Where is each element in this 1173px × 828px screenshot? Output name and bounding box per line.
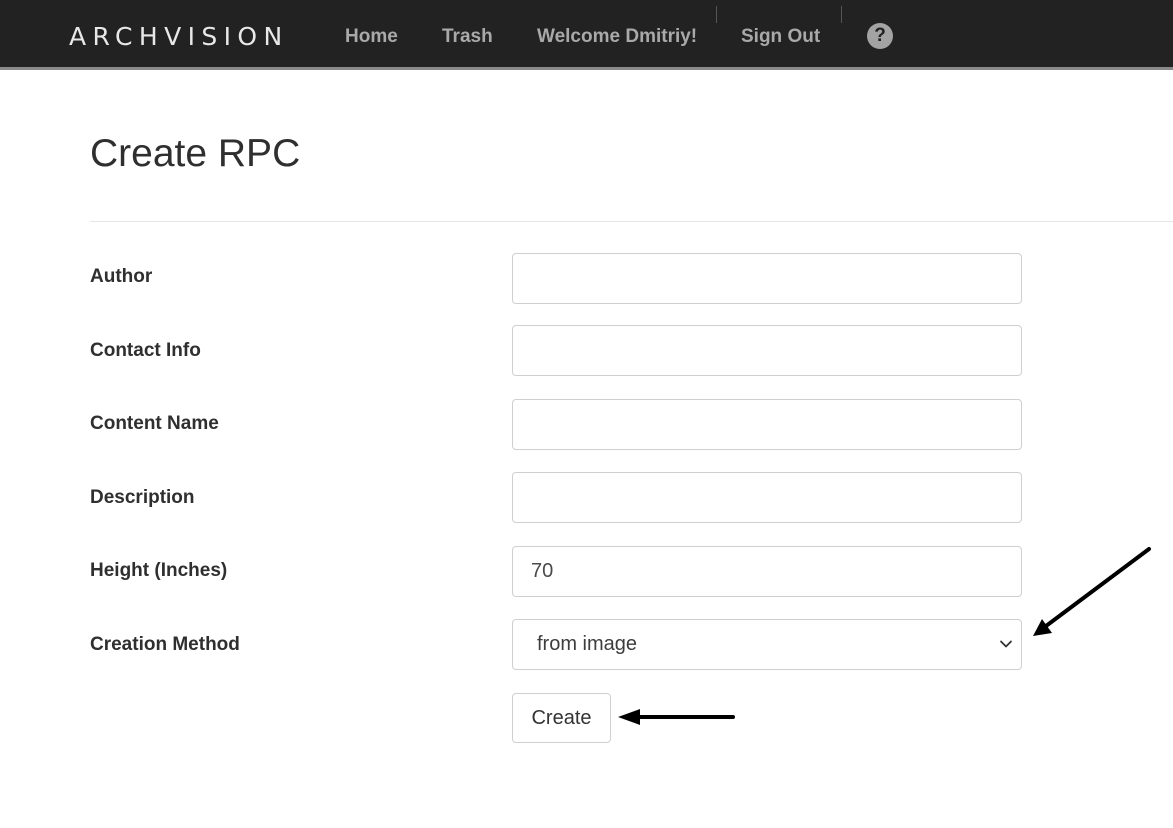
- description-label: Description: [90, 487, 195, 508]
- arrow-to-create-button: [618, 709, 735, 725]
- author-label: Author: [90, 266, 153, 287]
- question-circle-icon[interactable]: ?: [867, 23, 893, 49]
- creation-method-select[interactable]: from image: [512, 619, 1022, 670]
- contact-info-label: Contact Info: [90, 340, 201, 361]
- nav-link-trash[interactable]: Trash: [442, 26, 493, 48]
- nav-divider: [716, 6, 717, 23]
- creation-method-selected-value: from image: [537, 633, 638, 655]
- contact-info-input[interactable]: [512, 325, 1022, 376]
- nav-link-welcome-user[interactable]: Welcome Dmitriy!: [537, 26, 697, 48]
- creation-method-label: Creation Method: [90, 634, 240, 655]
- nav-divider: [841, 6, 842, 23]
- page-title: Create RPC: [90, 132, 301, 175]
- nav-link-home[interactable]: Home: [345, 26, 398, 48]
- chevron-down-icon: [1000, 640, 1012, 648]
- content-name-label: Content Name: [90, 413, 219, 434]
- brand-logo[interactable]: ARCHVISION: [69, 22, 289, 52]
- description-input[interactable]: [512, 472, 1022, 523]
- author-input[interactable]: [512, 253, 1022, 304]
- height-inches-label: Height (Inches): [90, 560, 228, 581]
- arrow-to-creation-method-select: [1033, 547, 1151, 636]
- create-button[interactable]: Create: [512, 693, 611, 743]
- nav-link-sign-out[interactable]: Sign Out: [741, 26, 820, 48]
- title-divider: [90, 221, 1173, 222]
- content-name-input[interactable]: [512, 399, 1022, 450]
- height-inches-input[interactable]: [512, 546, 1022, 597]
- top-navbar: ARCHVISION Home Trash Welcome Dmitriy! S…: [0, 0, 1173, 70]
